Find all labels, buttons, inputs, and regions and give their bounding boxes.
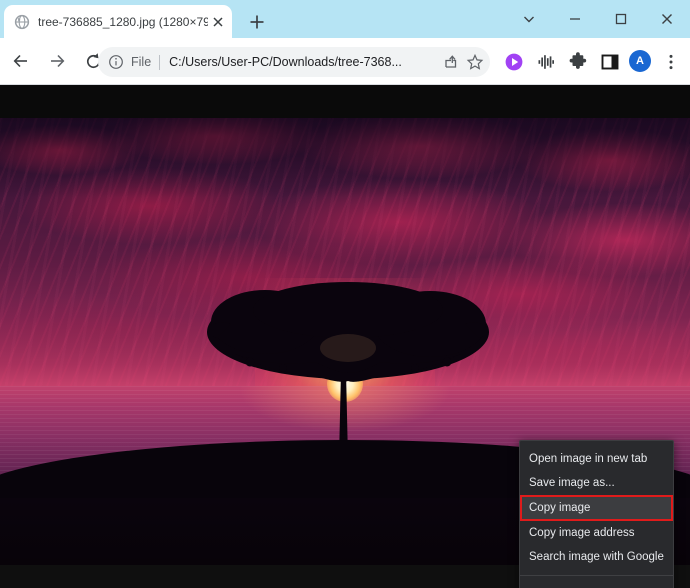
context-menu-item-search-image-with-google[interactable]: Search image with Google <box>520 545 673 569</box>
url-text: C:/Users/User-PC/Downloads/tree-7368... <box>169 55 402 69</box>
sky-top-fade <box>0 118 690 198</box>
title-bar: tree-736885_1280.jpg (1280×797 <box>0 0 690 38</box>
close-button[interactable] <box>644 0 690 38</box>
extensions-puzzle-icon[interactable] <box>567 51 589 73</box>
url-scheme-label: File <box>131 55 152 69</box>
page-content: Open image in new tab Save image as... C… <box>0 85 690 588</box>
context-menu-item-copy-image[interactable]: Copy image <box>520 495 673 521</box>
browser-toolbar: File C:/Users/User-PC/Downloads/tree-736… <box>0 38 690 85</box>
share-icon[interactable] <box>442 53 460 71</box>
viewer-top-band <box>0 85 690 118</box>
omnibox-divider <box>159 54 161 70</box>
address-bar[interactable]: File C:/Users/User-PC/Downloads/tree-736… <box>98 47 490 77</box>
back-button[interactable] <box>6 46 36 76</box>
tab-title: tree-736885_1280.jpg (1280×797 <box>38 14 208 29</box>
globe-icon <box>14 14 30 30</box>
tree-canopy <box>205 276 491 394</box>
context-menu-item-inspect[interactable]: Inspect <box>520 582 673 588</box>
close-icon[interactable] <box>210 14 226 30</box>
info-circle-icon[interactable] <box>108 54 124 70</box>
context-menu-item-copy-image-address[interactable]: Copy image address <box>520 521 673 545</box>
forward-button[interactable] <box>42 46 72 76</box>
image-context-menu: Open image in new tab Save image as... C… <box>519 440 674 588</box>
context-menu-item-open-image-in-new-tab[interactable]: Open image in new tab <box>520 447 673 471</box>
media-play-icon[interactable] <box>503 51 525 73</box>
chrome-menu-button[interactable] <box>660 51 682 73</box>
tab-search-button[interactable] <box>506 0 552 38</box>
maximize-button[interactable] <box>598 0 644 38</box>
browser-tab-active[interactable]: tree-736885_1280.jpg (1280×797 <box>4 5 232 38</box>
star-icon[interactable] <box>466 53 484 71</box>
minimize-button[interactable] <box>552 0 598 38</box>
new-tab-button[interactable] <box>245 10 269 34</box>
window-controls <box>506 0 690 38</box>
profile-avatar[interactable]: A <box>629 50 651 72</box>
context-menu-separator <box>520 575 673 576</box>
browser-window: tree-736885_1280.jpg (1280×797 File C:/U… <box>0 0 690 588</box>
side-panel-icon[interactable] <box>599 51 621 73</box>
context-menu-item-save-image-as[interactable]: Save image as... <box>520 471 673 495</box>
audio-waveform-icon[interactable] <box>535 51 557 73</box>
